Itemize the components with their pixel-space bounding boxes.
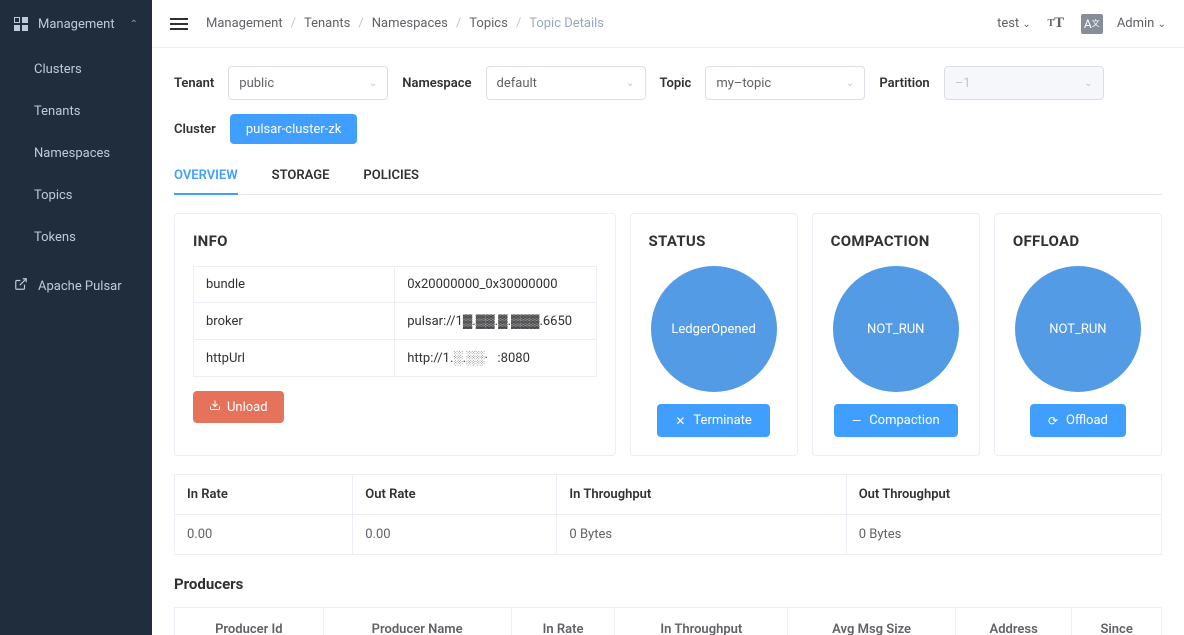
breadcrumb: Management/ Tenants/ Namespaces/ Topics/… (206, 16, 604, 31)
chevron-down-icon: ⌄ (1022, 19, 1030, 30)
sidebar-footer-link[interactable]: Apache Pulsar (0, 264, 152, 308)
crumb-topics[interactable]: Topics (469, 16, 508, 31)
topic-select[interactable]: my–topic⌄ (705, 66, 865, 100)
sidebar-title: Management (38, 17, 115, 32)
partition-label: Partition (879, 76, 929, 91)
text-size-icon[interactable]: TT (1045, 13, 1067, 35)
cluster-tag[interactable]: pulsar-cluster-zk (230, 114, 357, 144)
cluster-label: Cluster (174, 122, 216, 137)
sidebar: Management ⌃ Clusters Tenants Namespaces… (0, 0, 152, 635)
tabs: OVERVIEW STORAGE POLICIES (174, 158, 1162, 195)
info-table: bundle0x20000000_0x30000000 brokerpulsar… (193, 266, 597, 377)
tab-storage[interactable]: STORAGE (272, 158, 330, 194)
table-row: httpUrlhttp://1.░.░░· :8080 (194, 340, 597, 377)
topbar: Management/ Tenants/ Namespaces/ Topics/… (152, 0, 1184, 48)
offload-button[interactable]: ⟳Offload (1030, 404, 1126, 437)
offload-circle: NOT_RUN (1015, 266, 1141, 392)
minus-icon: — (852, 414, 861, 428)
namespace-select[interactable]: default⌄ (486, 66, 646, 100)
producers-table: Producer Id Producer Name In Rate In Thr… (174, 607, 1162, 635)
crumb-current: Topic Details (529, 16, 604, 31)
tenant-select[interactable]: public⌄ (228, 66, 388, 100)
unload-button[interactable]: Unload (193, 391, 284, 423)
status-circle: LedgerOpened (651, 266, 777, 392)
sidebar-item-clusters[interactable]: Clusters (0, 48, 152, 90)
table-row: 0.00 0.00 0 Bytes 0 Bytes (175, 515, 1162, 555)
status-title: STATUS (649, 232, 779, 250)
sidebar-item-topics[interactable]: Topics (0, 174, 152, 216)
sidebar-item-tokens[interactable]: Tokens (0, 216, 152, 258)
crumb-management[interactable]: Management (206, 16, 283, 31)
language-icon[interactable]: A文 (1081, 14, 1103, 34)
compaction-circle: NOT_RUN (833, 266, 959, 392)
offload-title: OFFLOAD (1013, 232, 1143, 250)
compaction-button[interactable]: —Compaction (834, 404, 958, 437)
producers-title: Producers (174, 575, 1162, 593)
chevron-down-icon: ⌄ (846, 78, 854, 89)
sidebar-item-namespaces[interactable]: Namespaces (0, 132, 152, 174)
table-row: brokerpulsar://1▓.▓▓.▓.▓▓▓.6650 (194, 303, 597, 340)
status-panel: STATUS LedgerOpened ✕Terminate (630, 213, 798, 456)
external-link-icon (14, 277, 28, 295)
stats-table: In Rate Out Rate In Throughput Out Throu… (174, 474, 1162, 555)
tab-overview[interactable]: OVERVIEW (174, 158, 238, 195)
info-title: INFO (193, 232, 597, 250)
env-selector[interactable]: test ⌄ (997, 16, 1031, 31)
terminate-button[interactable]: ✕Terminate (657, 404, 769, 437)
refresh-icon: ⟳ (1048, 414, 1058, 428)
compaction-panel: COMPACTION NOT_RUN —Compaction (812, 213, 980, 456)
tab-policies[interactable]: POLICIES (363, 158, 419, 194)
info-panel: INFO bundle0x20000000_0x30000000 brokerp… (174, 213, 616, 456)
download-icon (209, 399, 221, 415)
chevron-down-icon: ⌄ (1158, 19, 1166, 30)
topic-label: Topic (660, 76, 692, 91)
user-menu[interactable]: Admin ⌄ (1117, 16, 1166, 31)
sidebar-item-tenants[interactable]: Tenants (0, 90, 152, 132)
compaction-title: COMPACTION (831, 232, 961, 250)
table-row: bundle0x20000000_0x30000000 (194, 267, 597, 303)
close-icon: ✕ (675, 414, 685, 428)
offload-panel: OFFLOAD NOT_RUN ⟳Offload (994, 213, 1162, 456)
chevron-down-icon: ⌄ (626, 78, 634, 89)
sidebar-header[interactable]: Management ⌃ (0, 0, 152, 48)
tenant-label: Tenant (174, 76, 214, 91)
hamburger-icon[interactable] (170, 15, 188, 33)
namespace-label: Namespace (402, 76, 471, 91)
crumb-namespaces[interactable]: Namespaces (372, 16, 448, 31)
chevron-up-icon: ⌃ (130, 19, 138, 30)
crumb-tenants[interactable]: Tenants (304, 16, 350, 31)
partition-select[interactable]: –1⌄ (944, 66, 1104, 100)
grid-icon (14, 17, 28, 31)
chevron-down-icon: ⌄ (1084, 78, 1092, 89)
chevron-down-icon: ⌄ (369, 78, 377, 89)
